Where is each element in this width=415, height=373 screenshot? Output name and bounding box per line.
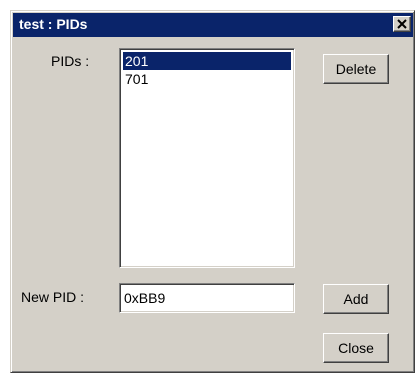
pid-listbox[interactable]: 201 701 (119, 48, 295, 268)
close-icon (397, 19, 407, 29)
pid-list-item[interactable]: 201 (123, 52, 291, 70)
new-pid-label: New PID : (21, 289, 85, 305)
close-button[interactable]: Close (323, 333, 389, 363)
new-pid-input[interactable] (119, 283, 295, 313)
pids-dialog: test : PIDs PIDs : 201 701 Delete New PI… (10, 10, 415, 373)
pids-label: PIDs : (51, 53, 90, 69)
title-bar[interactable]: test : PIDs (13, 13, 413, 37)
window-close-button[interactable] (393, 16, 411, 32)
pid-list-item[interactable]: 701 (123, 70, 291, 88)
delete-button[interactable]: Delete (323, 54, 389, 84)
window-title: test : PIDs (19, 16, 88, 32)
add-button[interactable]: Add (323, 284, 389, 314)
